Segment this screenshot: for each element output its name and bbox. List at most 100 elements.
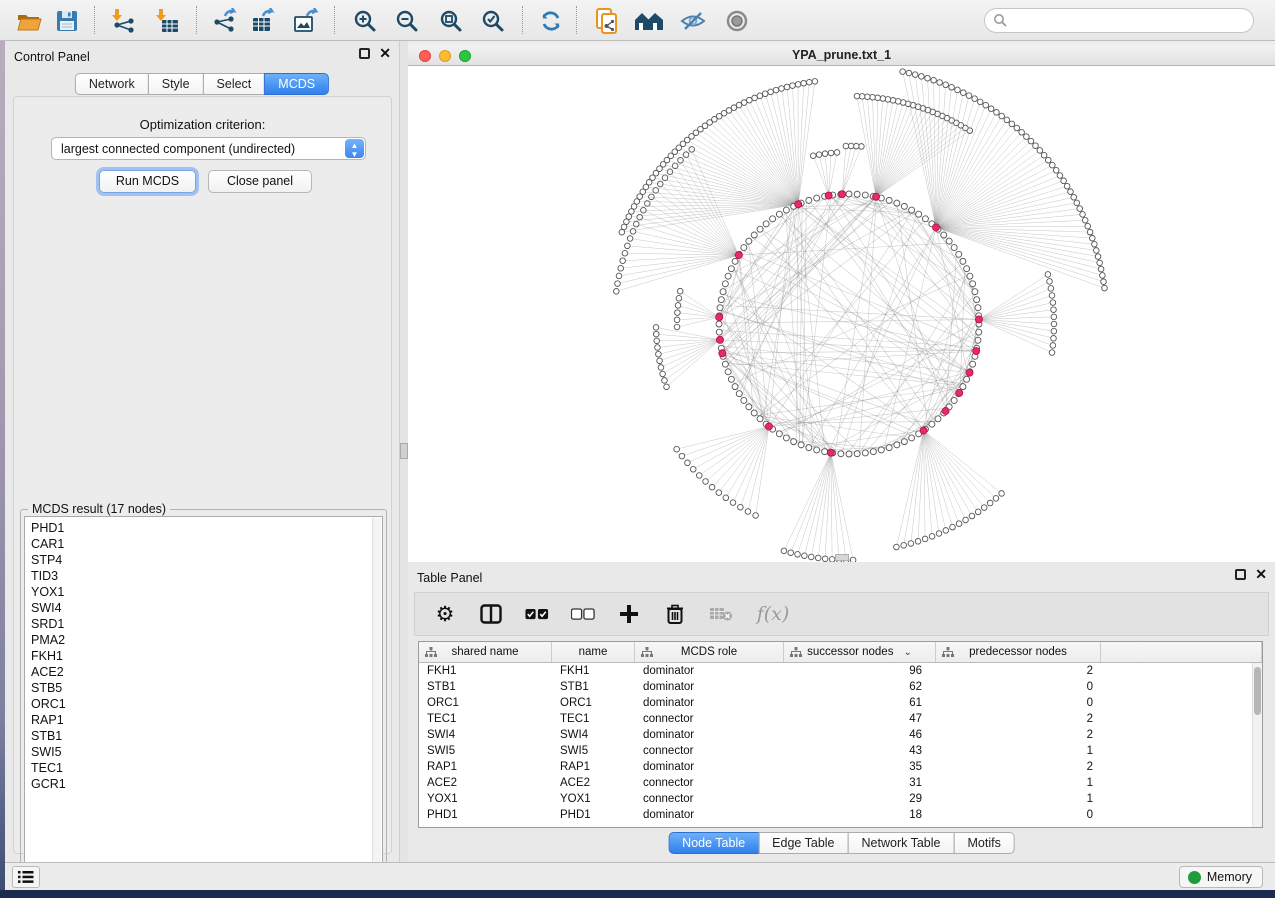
list-item[interactable]: ORC1	[31, 696, 366, 712]
tab-network[interactable]: Network	[75, 73, 149, 95]
optimization-criterion-select[interactable]: largest connected component (undirected)…	[51, 137, 366, 160]
column-header-MCDS-role[interactable]: MCDS role	[635, 642, 784, 662]
list-scrollbar[interactable]	[372, 518, 381, 875]
export-image-icon[interactable]	[288, 6, 322, 36]
table-row[interactable]: ORC1ORC1dominator610	[419, 695, 1262, 711]
table-cell: SWI4	[552, 727, 635, 743]
save-session-icon[interactable]	[50, 6, 84, 36]
vertical-splitter[interactable]	[400, 41, 408, 862]
table-row[interactable]: TEC1TEC1connector472	[419, 711, 1262, 727]
tab-mcds[interactable]: MCDS	[264, 73, 329, 95]
close-panel-button[interactable]: Close panel	[208, 170, 312, 193]
column-visibility-icon[interactable]	[479, 602, 503, 626]
export-network-icon[interactable]	[208, 6, 242, 36]
zoom-in-icon[interactable]	[348, 6, 382, 36]
list-item[interactable]: SRD1	[31, 616, 366, 632]
table-cell: 46	[784, 727, 936, 743]
list-item[interactable]: ACE2	[31, 664, 366, 680]
tab-select[interactable]: Select	[203, 73, 266, 95]
list-item[interactable]: TEC1	[31, 760, 366, 776]
table-cell: 61	[784, 695, 936, 711]
memory-button[interactable]: Memory	[1179, 866, 1263, 888]
memory-status-icon	[1188, 871, 1201, 884]
table-options-icon[interactable]: ⚙	[433, 602, 457, 626]
table-row[interactable]: STB1STB1dominator620	[419, 679, 1262, 695]
table-cell: 18	[784, 807, 936, 823]
close-panel-icon[interactable]: ✕	[379, 48, 391, 59]
column-header-name[interactable]: name	[552, 642, 635, 662]
network-overview-icon[interactable]	[632, 6, 666, 36]
list-item[interactable]: RAP1	[31, 712, 366, 728]
table-cell: dominator	[635, 663, 784, 679]
hide-selected-icon[interactable]	[676, 6, 710, 36]
list-item[interactable]: STB1	[31, 728, 366, 744]
show-all-icon[interactable]	[720, 6, 754, 36]
import-network-icon[interactable]	[106, 6, 140, 36]
scrollbar-thumb[interactable]	[1254, 667, 1261, 715]
list-item[interactable]: PMA2	[31, 632, 366, 648]
tab-motifs[interactable]: Motifs	[953, 832, 1014, 854]
import-table-icon[interactable]	[150, 6, 184, 36]
table-cell: 1	[936, 791, 1101, 807]
delete-columns-icon[interactable]	[663, 602, 687, 626]
column-header-predecessor-nodes[interactable]: predecessor nodes	[936, 642, 1101, 662]
network-graph[interactable]	[408, 66, 1275, 562]
list-item[interactable]: STB5	[31, 680, 366, 696]
tab-network-table[interactable]: Network Table	[848, 832, 955, 854]
table-scrollbar[interactable]	[1252, 663, 1262, 827]
list-item[interactable]: TID3	[31, 568, 366, 584]
control-panel: Control Panel ✕ NetworkStyleSelectMCDS O…	[5, 41, 400, 862]
search-input[interactable]	[984, 8, 1254, 33]
table-row[interactable]: SWI4SWI4dominator462	[419, 727, 1262, 743]
column-header-successor-nodes[interactable]: successor nodes⌄	[784, 642, 936, 662]
float-panel-icon[interactable]	[1235, 569, 1246, 580]
table-cell: SWI4	[419, 727, 552, 743]
list-item[interactable]: PHD1	[31, 520, 366, 536]
export-table-icon[interactable]	[246, 6, 280, 36]
zoom-out-icon[interactable]	[390, 6, 424, 36]
list-item[interactable]: STP4	[31, 552, 366, 568]
table-toolbar: ⚙ f(x)	[414, 592, 1269, 636]
list-item[interactable]: CAR1	[31, 536, 366, 552]
column-header-shared-name[interactable]: shared name	[419, 642, 552, 662]
splitter-grip[interactable]	[400, 443, 408, 459]
application-window: Control Panel ✕ NetworkStyleSelectMCDS O…	[0, 0, 1275, 898]
tab-node-table[interactable]: Node Table	[668, 832, 759, 854]
table-cell: connector	[635, 743, 784, 759]
table-cell: RAP1	[552, 759, 635, 775]
table-row[interactable]: YOX1YOX1connector291	[419, 791, 1262, 807]
table-row[interactable]: PHD1PHD1dominator180	[419, 807, 1262, 823]
list-item[interactable]: SWI5	[31, 744, 366, 760]
list-item[interactable]: FKH1	[31, 648, 366, 664]
float-panel-icon[interactable]	[359, 48, 370, 59]
table-cell: STB1	[419, 679, 552, 695]
delete-table-icon	[709, 602, 733, 626]
network-canvas[interactable]	[408, 66, 1275, 562]
table-cell: 31	[784, 775, 936, 791]
run-mcds-button[interactable]: Run MCDS	[99, 170, 196, 193]
close-panel-icon[interactable]: ✕	[1255, 569, 1267, 580]
deselect-all-rows-icon[interactable]	[571, 602, 595, 626]
table-row[interactable]: RAP1RAP1dominator352	[419, 759, 1262, 775]
tab-style[interactable]: Style	[148, 73, 204, 95]
table-row[interactable]: ACE2ACE2connector311	[419, 775, 1262, 791]
zoom-fit-icon[interactable]	[434, 6, 468, 36]
duplicate-network-icon[interactable]	[590, 6, 624, 36]
table-row[interactable]: SWI5SWI5connector431	[419, 743, 1262, 759]
mcds-result-group: MCDS result (17 nodes) PHD1CAR1STP4TID3Y…	[20, 509, 387, 881]
horizontal-splitter-grip[interactable]	[835, 554, 849, 561]
network-titlebar[interactable]: YPA_prune.txt_1	[408, 45, 1275, 66]
list-item[interactable]: YOX1	[31, 584, 366, 600]
list-item[interactable]: SWI4	[31, 600, 366, 616]
zoom-selected-icon[interactable]	[476, 6, 510, 36]
table-cell: 2	[936, 727, 1101, 743]
tab-edge-table[interactable]: Edge Table	[758, 832, 848, 854]
add-column-icon[interactable]	[617, 602, 641, 626]
refresh-icon[interactable]	[534, 6, 568, 36]
table-row[interactable]: FKH1FKH1dominator962	[419, 663, 1262, 679]
open-file-icon[interactable]	[12, 6, 46, 36]
select-all-rows-icon[interactable]	[525, 602, 549, 626]
list-item[interactable]: GCR1	[31, 776, 366, 792]
task-history-button[interactable]	[12, 866, 40, 888]
table-cell: ACE2	[419, 775, 552, 791]
